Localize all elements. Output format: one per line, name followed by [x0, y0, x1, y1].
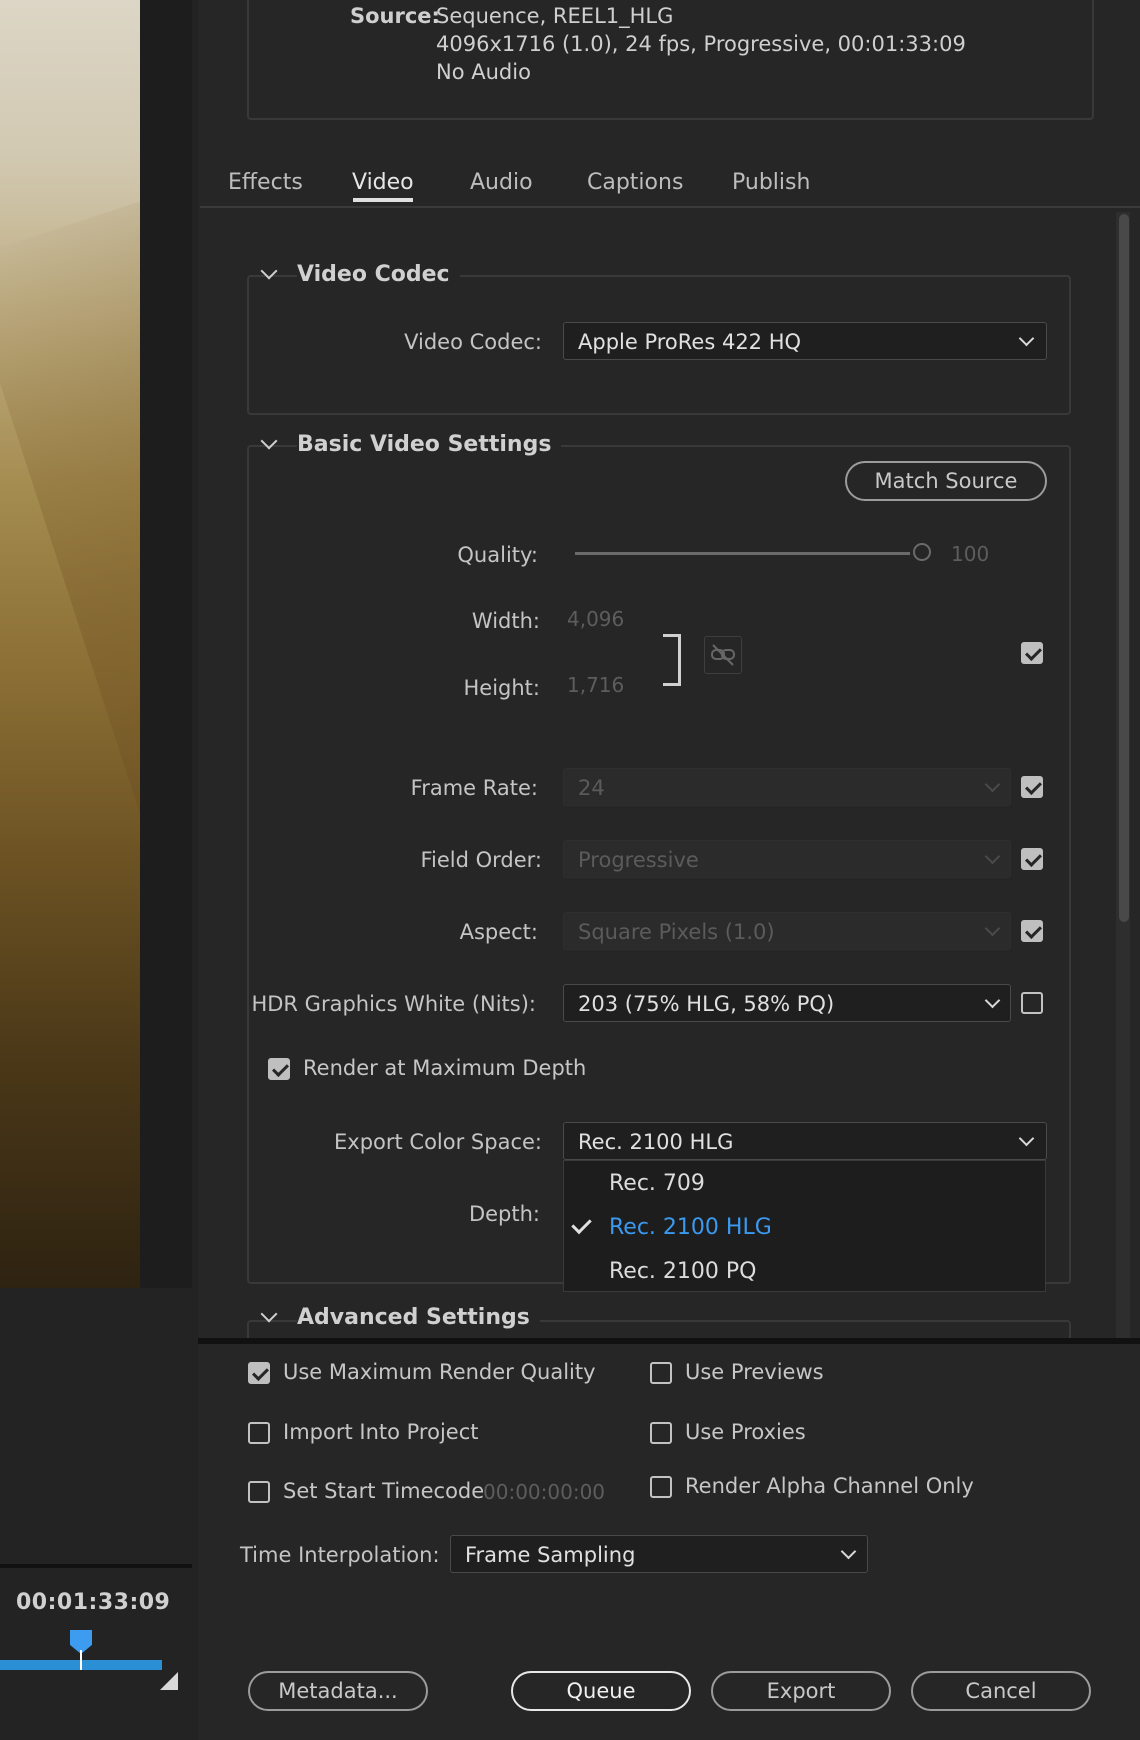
field-order-label: Field Order: — [420, 848, 542, 872]
time-interp-dropdown[interactable]: Frame Sampling — [450, 1535, 868, 1573]
color-space-menu: Rec. 709 Rec. 2100 HLG Rec. 2100 PQ — [563, 1160, 1046, 1292]
width-label: Width: — [471, 609, 540, 633]
height-value: 1,716 — [567, 673, 625, 697]
time-interp-label: Time Interpolation: — [240, 1543, 440, 1567]
metadata-button[interactable]: Metadata... — [248, 1671, 428, 1711]
start-timecode-field[interactable]: 00:00:00:00 — [483, 1480, 605, 1504]
aspect-value: Square Pixels (1.0) — [578, 920, 775, 944]
quality-value: 100 — [951, 542, 990, 566]
video-codec-dropdown[interactable]: Apple ProRes 422 HQ — [563, 322, 1047, 360]
chevron-down-icon — [1018, 1130, 1035, 1147]
tab-effects[interactable]: Effects — [228, 170, 303, 195]
chevron-down-icon — [984, 848, 1001, 865]
field-order-value: Progressive — [578, 848, 699, 872]
video-preview — [0, 0, 140, 1288]
chevron-down-icon — [840, 1543, 857, 1560]
source-line-1: Sequence, REEL1_HLG — [436, 4, 674, 28]
field-order-dropdown[interactable]: Progressive — [563, 840, 1011, 878]
color-space-label: Export Color Space: — [334, 1130, 542, 1154]
max-render-quality-label: Use Maximum Render Quality — [283, 1360, 596, 1384]
chevron-down-icon — [984, 992, 1001, 1009]
out-point-marker[interactable] — [160, 1672, 178, 1690]
menu-item-rec2100-pq[interactable]: Rec. 2100 PQ — [609, 1259, 756, 1284]
quality-slider-handle[interactable] — [913, 543, 931, 561]
tab-captions[interactable]: Captions — [587, 170, 683, 195]
unlink-aspect-icon[interactable] — [704, 636, 742, 674]
hdr-white-label: HDR Graphics White (Nits): — [251, 992, 536, 1016]
quality-slider-track[interactable] — [575, 552, 910, 555]
aspect-checkbox[interactable] — [1021, 920, 1043, 942]
start-timecode-label: Set Start Timecode — [283, 1479, 485, 1503]
start-timecode-checkbox[interactable] — [248, 1481, 270, 1503]
render-alpha-label: Render Alpha Channel Only — [685, 1474, 974, 1498]
color-space-dropdown[interactable]: Rec. 2100 HLG — [563, 1122, 1047, 1160]
use-previews-label: Use Previews — [685, 1360, 824, 1384]
source-line-3: No Audio — [436, 60, 531, 84]
tab-audio[interactable]: Audio — [470, 170, 533, 195]
import-into-project-checkbox[interactable] — [248, 1422, 270, 1444]
aspect-label: Aspect: — [459, 920, 538, 944]
hdr-white-dropdown[interactable]: 203 (75% HLG, 58% PQ) — [563, 984, 1011, 1022]
match-source-button[interactable]: Match Source — [845, 461, 1047, 501]
chevron-down-icon — [1018, 330, 1035, 347]
playhead-line — [80, 1650, 82, 1670]
video-codec-label: Video Codec: — [404, 330, 542, 354]
frame-rate-checkbox[interactable] — [1021, 776, 1043, 798]
depth-label: Depth: — [468, 1202, 540, 1226]
tab-publish[interactable]: Publish — [732, 170, 810, 195]
color-space-value: Rec. 2100 HLG — [578, 1130, 734, 1154]
frame-rate-value: 24 — [578, 776, 605, 800]
video-codec-value: Apple ProRes 422 HQ — [578, 330, 802, 354]
quality-label: Quality: — [457, 543, 538, 567]
hdr-white-checkbox[interactable] — [1021, 992, 1043, 1014]
chevron-down-icon — [984, 920, 1001, 937]
queue-button[interactable]: Queue — [511, 1671, 691, 1711]
use-previews-checkbox[interactable] — [650, 1362, 672, 1384]
height-label: Height: — [463, 676, 541, 700]
video-codec-title: Video Codec — [297, 262, 460, 287]
advanced-title: Advanced Settings — [297, 1305, 540, 1330]
max-render-quality-checkbox[interactable] — [248, 1362, 270, 1384]
settings-tabs: Effects Video Audio Captions Publish — [200, 150, 1140, 208]
timeline-divider — [0, 1564, 192, 1568]
menu-item-rec2100-hlg[interactable]: Rec. 2100 HLG — [609, 1215, 772, 1240]
source-line-2: 4096x1716 (1.0), 24 fps, Progressive, 00… — [436, 32, 966, 56]
width-value: 4,096 — [567, 607, 625, 631]
time-interp-value: Frame Sampling — [465, 1543, 636, 1567]
field-order-checkbox[interactable] — [1021, 848, 1043, 870]
tab-video[interactable]: Video — [352, 170, 414, 195]
aspect-dropdown[interactable]: Square Pixels (1.0) — [563, 912, 1011, 950]
render-max-depth-checkbox[interactable] — [268, 1058, 290, 1080]
use-proxies-checkbox[interactable] — [650, 1422, 672, 1444]
active-tab-indicator — [353, 198, 413, 202]
hdr-white-value: 203 (75% HLG, 58% PQ) — [578, 992, 835, 1016]
basic-video-title: Basic Video Settings — [297, 432, 562, 457]
frame-rate-label: Frame Rate: — [410, 776, 538, 800]
check-icon — [571, 1213, 592, 1235]
export-button[interactable]: Export — [711, 1671, 891, 1711]
link-bracket — [663, 634, 681, 686]
render-max-depth-label: Render at Maximum Depth — [303, 1056, 587, 1080]
chevron-down-icon — [984, 776, 1001, 793]
render-alpha-checkbox[interactable] — [650, 1476, 672, 1498]
menu-item-rec709[interactable]: Rec. 709 — [609, 1171, 705, 1196]
scrollbar-thumb[interactable] — [1119, 214, 1129, 922]
use-proxies-label: Use Proxies — [685, 1420, 806, 1444]
frame-rate-dropdown[interactable]: 24 — [563, 768, 1011, 806]
source-label: Source: — [350, 4, 440, 28]
import-into-project-label: Import Into Project — [283, 1420, 479, 1444]
timeline-timecode: 00:01:33:09 — [16, 1590, 171, 1615]
resize-checkbox[interactable] — [1021, 642, 1043, 664]
cancel-button[interactable]: Cancel — [911, 1671, 1091, 1711]
